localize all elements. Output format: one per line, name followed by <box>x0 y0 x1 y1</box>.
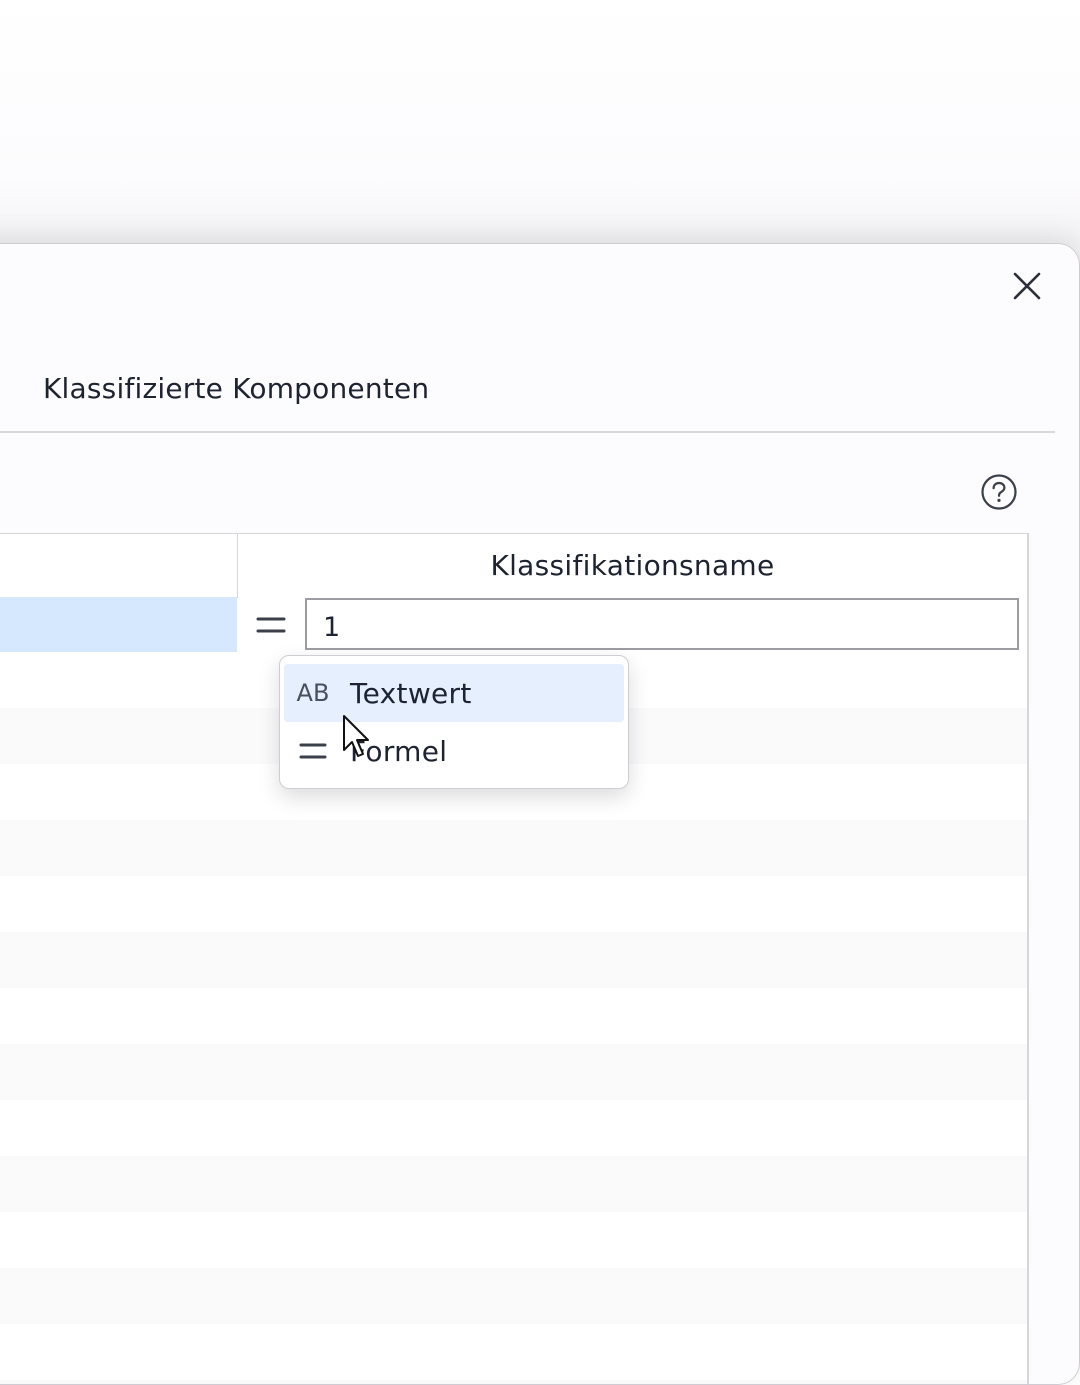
table-row[interactable] <box>0 1268 1027 1324</box>
close-icon <box>1013 272 1041 300</box>
table-row[interactable] <box>0 820 1027 876</box>
equals-icon <box>256 617 286 633</box>
menu-item-textwert[interactable]: AB Textwert <box>284 664 624 722</box>
table-header: Klassifikationsname <box>0 533 1027 598</box>
table-row[interactable] <box>0 1380 1027 1384</box>
table-row[interactable] <box>0 1156 1027 1212</box>
menu-item-label: Formel <box>350 734 448 768</box>
dialog-window: Klassifizierte Komponenten Klassifikatio… <box>0 243 1080 1385</box>
tab-klassifizierte-komponenten[interactable]: Klassifizierte Komponenten <box>43 372 429 405</box>
value-type-button[interactable] <box>245 601 297 649</box>
classification-value-input[interactable] <box>305 598 1019 650</box>
column-header-klassifikationsname[interactable]: Klassifikationsname <box>238 534 1027 597</box>
menu-item-formel[interactable]: Formel <box>284 722 624 780</box>
help-icon <box>981 474 1017 510</box>
help-button[interactable] <box>979 472 1019 512</box>
equals-icon <box>284 740 342 762</box>
table-row-selected[interactable] <box>0 597 237 652</box>
table-row[interactable] <box>0 932 1027 988</box>
tab-divider <box>0 431 1055 433</box>
close-button[interactable] <box>1007 266 1047 306</box>
value-type-menu: AB Textwert Formel <box>279 655 629 789</box>
text-value-icon: AB <box>296 679 330 707</box>
menu-item-label: Textwert <box>350 676 472 710</box>
table-row[interactable] <box>0 1044 1027 1100</box>
